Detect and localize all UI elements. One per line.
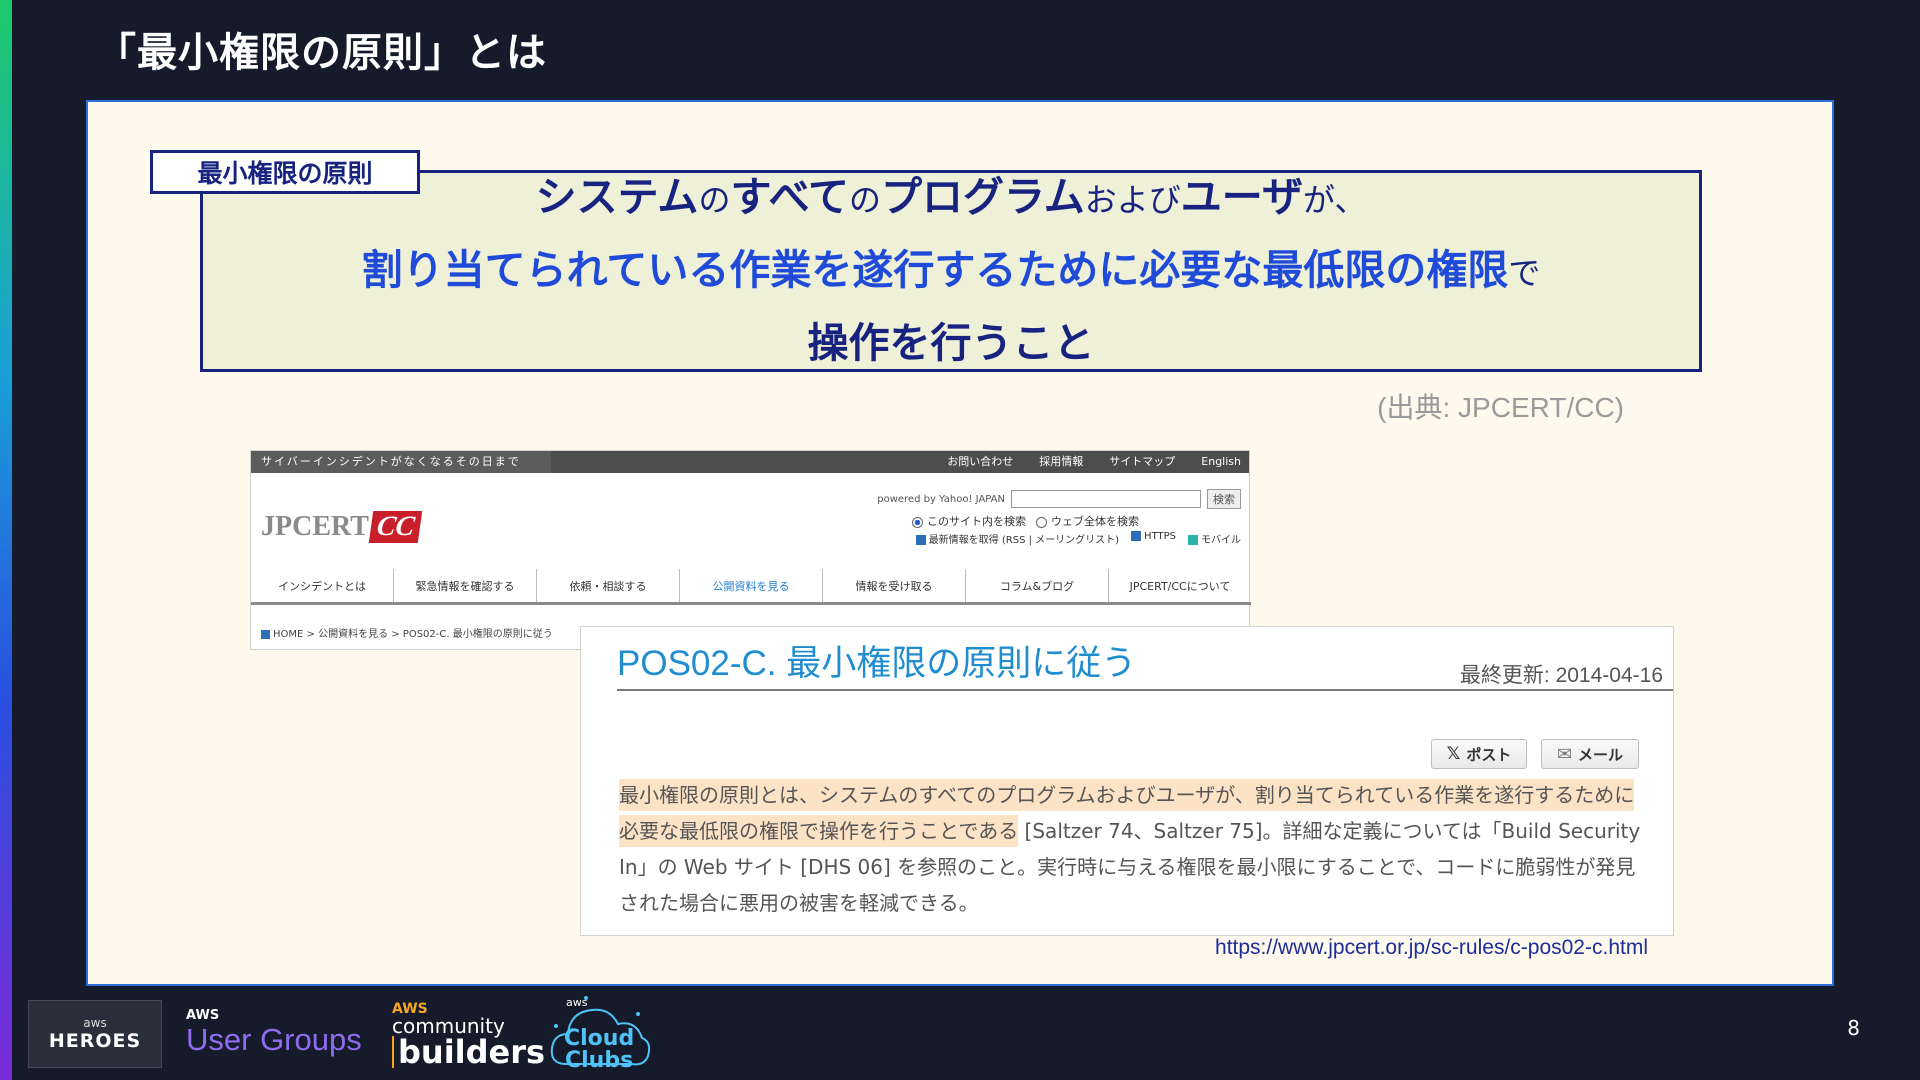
content-panel: 最小権限の原則 システムのすべてのプログラムおよびユーザが、 割り当てられている… [86, 100, 1834, 986]
site-nav-item[interactable]: JPCERT/CCについて [1109, 569, 1251, 602]
radio-unselected-icon [1036, 516, 1047, 528]
quote-line-1: システムのすべてのプログラムおよびユーザが、 [536, 165, 1367, 238]
quote-tag: 最小権限の原則 [150, 150, 420, 194]
mobile-link[interactable]: モバイル [1188, 531, 1241, 546]
article-body: 最小権限の原則とは、システムのすべてのプログラムおよびユーザが、割り当てられてい… [619, 777, 1649, 921]
site-nav-item[interactable]: 緊急情報を確認する [394, 569, 537, 602]
article-title: POS02-C. 最小権限の原則に従う [617, 644, 1137, 683]
aws-community-builders-logo: AWS community builders [392, 1001, 546, 1071]
site-nav-item[interactable]: コラム&ブログ [966, 569, 1109, 602]
quote-fragment: の [848, 180, 881, 219]
site-search: powered by Yahoo! JAPAN 検索 [877, 489, 1241, 509]
quote-fragment: 操作を行うこと [807, 318, 1095, 367]
jpcert-site-screenshot: サイバーインシデントがなくなるその日まで お問い合わせ 採用情報 サイトマップ … [250, 450, 1251, 650]
quote-line-2: 割り当てられている作業を遂行するために必要な最低限の権限で [362, 238, 1541, 311]
site-nav-item[interactable]: インシデントとは [251, 569, 394, 602]
site-top-link[interactable]: お問い合わせ [947, 451, 1013, 473]
quote-fragment: システム [535, 172, 699, 221]
envelope-icon: ✉ [1556, 743, 1573, 765]
quote-fragment: で [1508, 253, 1541, 292]
site-breadcrumb[interactable]: HOME > 公開資料を見る > POS02-C. 最小権限の原則に従う [261, 625, 553, 640]
site-topbar: サイバーインシデントがなくなるその日まで お問い合わせ 採用情報 サイトマップ … [251, 451, 1249, 473]
jpcert-logo-text: JPCERT [261, 511, 369, 542]
site-search-button[interactable]: 検索 [1207, 489, 1241, 509]
quote-fragment: および [1084, 180, 1181, 219]
radio-site-search[interactable]: このサイト内を検索 [912, 513, 1026, 529]
mail-button[interactable]: ✉ メール [1541, 739, 1639, 769]
jpcert-logo[interactable]: JPCERT CC [261, 511, 423, 543]
site-top-links: お問い合わせ 採用情報 サイトマップ English [947, 451, 1241, 473]
mobile-icon [1188, 535, 1198, 545]
slide-title: 「最小権限の原則」とは [96, 30, 547, 76]
aws-user-groups-logo: AWS User Groups [186, 1008, 362, 1057]
site-nav-item[interactable]: 依頼・相談する [537, 569, 680, 602]
quote-fragment: 割り当てられている作業を遂行するために必要な最低限の権限 [361, 245, 1509, 294]
site-tagline: サイバーインシデントがなくなるその日まで [251, 451, 551, 473]
quote-fragment: プログラム [880, 172, 1085, 221]
site-search-input[interactable] [1011, 490, 1201, 508]
page-number: 8 [1847, 1016, 1860, 1040]
accent-stripe [0, 0, 12, 1080]
site-nav: インシデントとは 緊急情報を確認する 依頼・相談する 公開資料を見る 情報を受け… [251, 569, 1251, 605]
https-icon [1131, 531, 1142, 541]
https-link[interactable]: HTTPS [1131, 531, 1176, 546]
quote-fragment: ユーザ [1180, 172, 1303, 221]
aws-cloud-clubs-logo: aws Cloud Clubs [546, 990, 656, 1076]
site-nav-item[interactable]: 情報を受け取る [823, 569, 966, 602]
rss-icon [915, 535, 926, 545]
rss-link[interactable]: 最新情報を取得 (RSS | メーリングリスト) [915, 531, 1119, 546]
quote-source: (出典: JPCERT/CC) [1377, 392, 1624, 423]
site-top-link[interactable]: サイトマップ [1109, 451, 1175, 473]
radio-web-search[interactable]: ウェブ全体を検索 [1036, 513, 1139, 529]
x-icon: 𝕏 [1446, 744, 1461, 764]
quote-box: システムのすべてのプログラムおよびユーザが、 割り当てられている作業を遂行するた… [200, 170, 1702, 372]
aws-heroes-logo: aws HEROES [28, 1000, 162, 1068]
quote-line-3: 操作を行うこと [808, 311, 1095, 384]
site-top-link[interactable]: 採用情報 [1039, 451, 1083, 473]
article-rule [617, 689, 1673, 691]
site-search-scope: このサイト内を検索 ウェブ全体を検索 [912, 513, 1139, 529]
source-url[interactable]: https://www.jpcert.or.jp/sc-rules/c-pos0… [1215, 936, 1648, 960]
quote-fragment: の [698, 180, 731, 219]
article-updated-date: 最終更新: 2014-04-16 [1459, 664, 1663, 687]
quote-fragment: が、 [1302, 180, 1367, 219]
jpcert-logo-cc: CC [368, 511, 423, 543]
radio-selected-icon [912, 516, 923, 528]
site-top-link[interactable]: English [1201, 451, 1241, 473]
site-feeds: 最新情報を取得 (RSS | メーリングリスト) HTTPS モバイル [915, 531, 1241, 546]
x-post-button[interactable]: 𝕏 ポスト [1431, 739, 1527, 769]
quote-fragment: すべて [730, 172, 849, 221]
article-card: POS02-C. 最小権限の原則に従う 最終更新: 2014-04-16 𝕏 ポ… [580, 626, 1674, 936]
home-icon [261, 629, 270, 639]
powered-by-label: powered by Yahoo! JAPAN [877, 493, 1005, 505]
site-nav-item[interactable]: 公開資料を見る [680, 569, 823, 602]
